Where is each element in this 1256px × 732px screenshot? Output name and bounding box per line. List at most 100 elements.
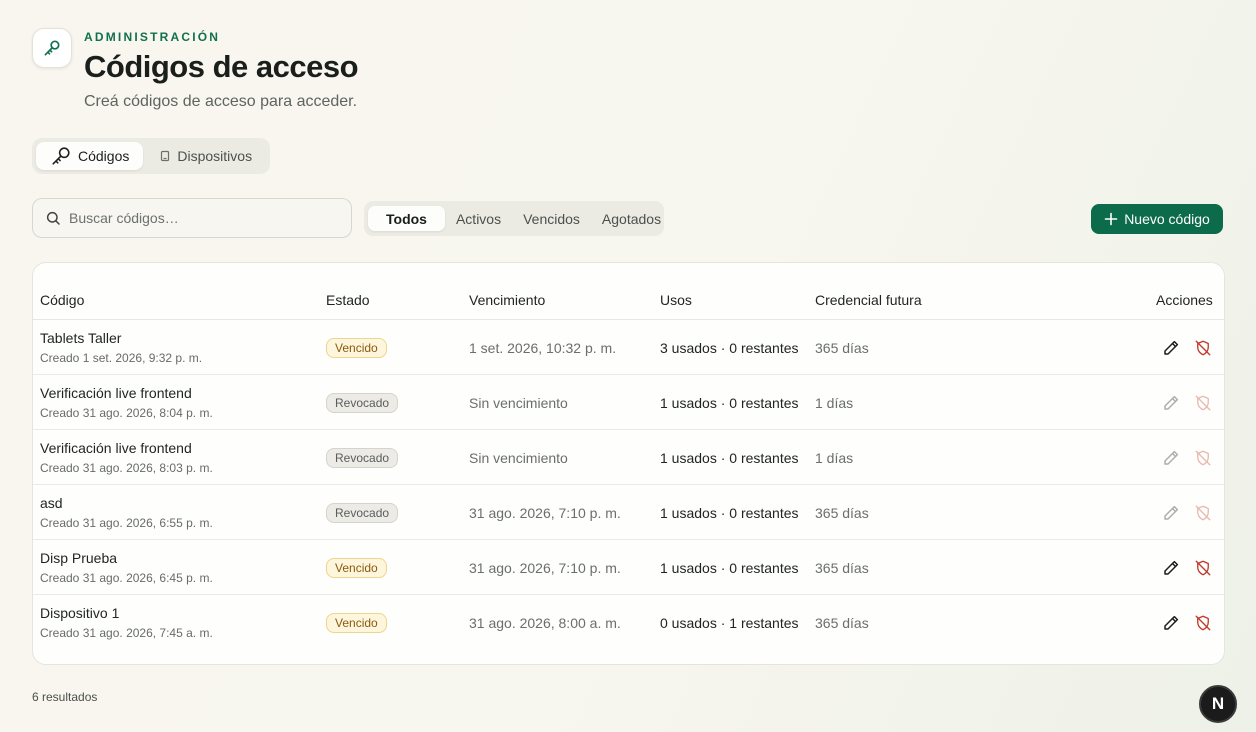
device-icon [161, 150, 170, 162]
tab-label: Códigos [78, 148, 130, 164]
filter-agotados[interactable]: Agotados [591, 206, 664, 231]
pencil-icon[interactable] [1161, 393, 1181, 413]
code-cell: Verificación live frontend Creado 31 ago.… [40, 385, 213, 420]
shield-off-icon[interactable] [1193, 393, 1213, 413]
uses-cell: 1 usados · 0 restantes [660, 450, 799, 466]
search-input[interactable] [69, 210, 329, 226]
status-cell: Revocado [326, 448, 399, 468]
header-credential: Credencial futura [815, 292, 922, 308]
new-code-label: Nuevo código [1124, 211, 1210, 227]
table-row: Dispositivo 1 Creado 31 ago. 2026, 7:45 a… [33, 595, 1224, 650]
status-badge: Vencido [326, 338, 387, 358]
expiry-cell: 31 ago. 2026, 7:10 p. m. [469, 505, 621, 521]
table-row: asd Creado 31 ago. 2026, 6:55 p. m. Revoca… [33, 485, 1224, 540]
credential-cell: 365 días [815, 560, 869, 576]
table-row: Verificación live frontend Creado 31 ago.… [33, 430, 1224, 485]
section-tabs: Códigos Dispositivos [32, 138, 271, 174]
codes-table: Código Estado Vencimiento Usos Credencia… [32, 262, 1225, 665]
code-name: Dispositivo 1 [40, 605, 120, 621]
pencil-icon[interactable] [1161, 558, 1181, 578]
page-header: ADMINISTRACIÓN Códigos de acceso Creá có… [32, 28, 359, 111]
status-cell: Vencido [326, 558, 387, 578]
status-cell: Vencido [326, 613, 387, 633]
credential-cell: 365 días [815, 505, 869, 521]
header-actions: Acciones [1156, 292, 1213, 308]
search-box[interactable] [32, 198, 352, 238]
page-title: Códigos de acceso [84, 49, 359, 84]
tab-codigos[interactable]: Códigos [36, 142, 144, 170]
uses-cell: 3 usados · 0 restantes [660, 340, 799, 356]
status-cell: Vencido [326, 338, 387, 358]
code-name: Verificación live frontend [40, 385, 192, 401]
shield-off-icon[interactable] [1193, 448, 1213, 468]
status-filters: Todos Activos Vencidos Agotados [364, 201, 664, 236]
filter-vencidos[interactable]: Vencidos [512, 206, 591, 231]
expiry-cell: Sin vencimiento [469, 395, 568, 411]
table-header: Código Estado Vencimiento Usos Credencia… [33, 263, 1224, 320]
expiry-cell: Sin vencimiento [469, 450, 568, 466]
code-cell: Disp Prueba Creado 31 ago. 2026, 6:45 p. … [40, 550, 213, 585]
code-created: Creado 31 ago. 2026, 6:45 p. m. [40, 571, 213, 585]
code-created: Creado 31 ago. 2026, 8:03 p. m. [40, 461, 213, 475]
code-created: Creado 31 ago. 2026, 7:45 a. m. [40, 626, 213, 640]
status-cell: Revocado [326, 393, 399, 413]
credential-cell: 1 días [815, 395, 854, 411]
credential-cell: 1 días [815, 450, 854, 466]
uses-cell: 1 usados · 0 restantes [660, 395, 799, 411]
shield-off-icon[interactable] [1193, 613, 1213, 633]
code-name: Verificación live frontend [40, 440, 192, 456]
credential-cell: 365 días [815, 340, 869, 356]
key-logo [32, 28, 72, 68]
code-cell: asd Creado 31 ago. 2026, 6:55 p. m. [40, 495, 213, 530]
table-row: Tablets Taller Creado 1 set. 2026, 9:32 p… [33, 320, 1224, 375]
code-name: asd [40, 495, 63, 511]
pencil-icon[interactable] [1161, 338, 1181, 358]
status-cell: Revocado [326, 503, 399, 523]
pencil-icon[interactable] [1161, 613, 1181, 633]
code-created: Creado 31 ago. 2026, 8:04 p. m. [40, 406, 213, 420]
table-row: Disp Prueba Creado 31 ago. 2026, 6:45 p. … [33, 540, 1224, 595]
filter-activos[interactable]: Activos [445, 206, 512, 231]
code-cell: Dispositivo 1 Creado 31 ago. 2026, 7:45 a… [40, 605, 213, 640]
credential-cell: 365 días [815, 615, 869, 631]
status-badge: Revocado [326, 393, 399, 413]
uses-cell: 1 usados · 0 restantes [660, 505, 799, 521]
header-expiry: Vencimiento [469, 292, 546, 308]
key-icon [44, 40, 60, 56]
pencil-icon[interactable] [1161, 503, 1181, 523]
tab-label: Dispositivos [177, 148, 253, 164]
header-uses: Usos [660, 292, 692, 308]
expiry-cell: 31 ago. 2026, 8:00 a. m. [469, 615, 621, 631]
header-status: Estado [326, 292, 370, 308]
header-code: Código [40, 292, 85, 308]
tab-dispositivos[interactable]: Dispositivos [145, 142, 266, 170]
search-icon [46, 211, 60, 225]
expiry-cell: 31 ago. 2026, 7:10 p. m. [469, 560, 621, 576]
page-subtitle: Creá códigos de acceso para acceder. [84, 93, 358, 110]
shield-off-icon[interactable] [1193, 338, 1213, 358]
uses-cell: 1 usados · 0 restantes [660, 560, 799, 576]
code-name: Tablets Taller [40, 330, 122, 346]
dev-indicator-button[interactable]: N [1199, 685, 1237, 723]
status-badge: Vencido [326, 558, 387, 578]
filter-todos[interactable]: Todos [368, 206, 445, 231]
table-row: Verificación live frontend Creado 31 ago.… [33, 375, 1224, 430]
pencil-icon[interactable] [1161, 448, 1181, 468]
new-code-button[interactable]: Nuevo código [1091, 204, 1223, 234]
code-created: Creado 1 set. 2026, 9:32 p. m. [40, 351, 203, 365]
key-icon [52, 147, 70, 165]
shield-off-icon[interactable] [1193, 503, 1213, 523]
section-eyebrow: ADMINISTRACIÓN [84, 30, 221, 44]
status-badge: Revocado [326, 448, 399, 468]
code-cell: Tablets Taller Creado 1 set. 2026, 9:32 p… [40, 330, 202, 365]
results-count: 6 resultados [32, 690, 98, 704]
uses-cell: 0 usados · 1 restantes [660, 615, 799, 631]
code-created: Creado 31 ago. 2026, 6:55 p. m. [40, 516, 213, 530]
status-badge: Revocado [326, 503, 399, 523]
shield-off-icon[interactable] [1193, 558, 1213, 578]
code-cell: Verificación live frontend Creado 31 ago.… [40, 440, 213, 475]
status-badge: Vencido [326, 613, 387, 633]
expiry-cell: 1 set. 2026, 10:32 p. m. [469, 340, 617, 356]
code-name: Disp Prueba [40, 550, 118, 566]
plus-icon [1104, 212, 1118, 226]
